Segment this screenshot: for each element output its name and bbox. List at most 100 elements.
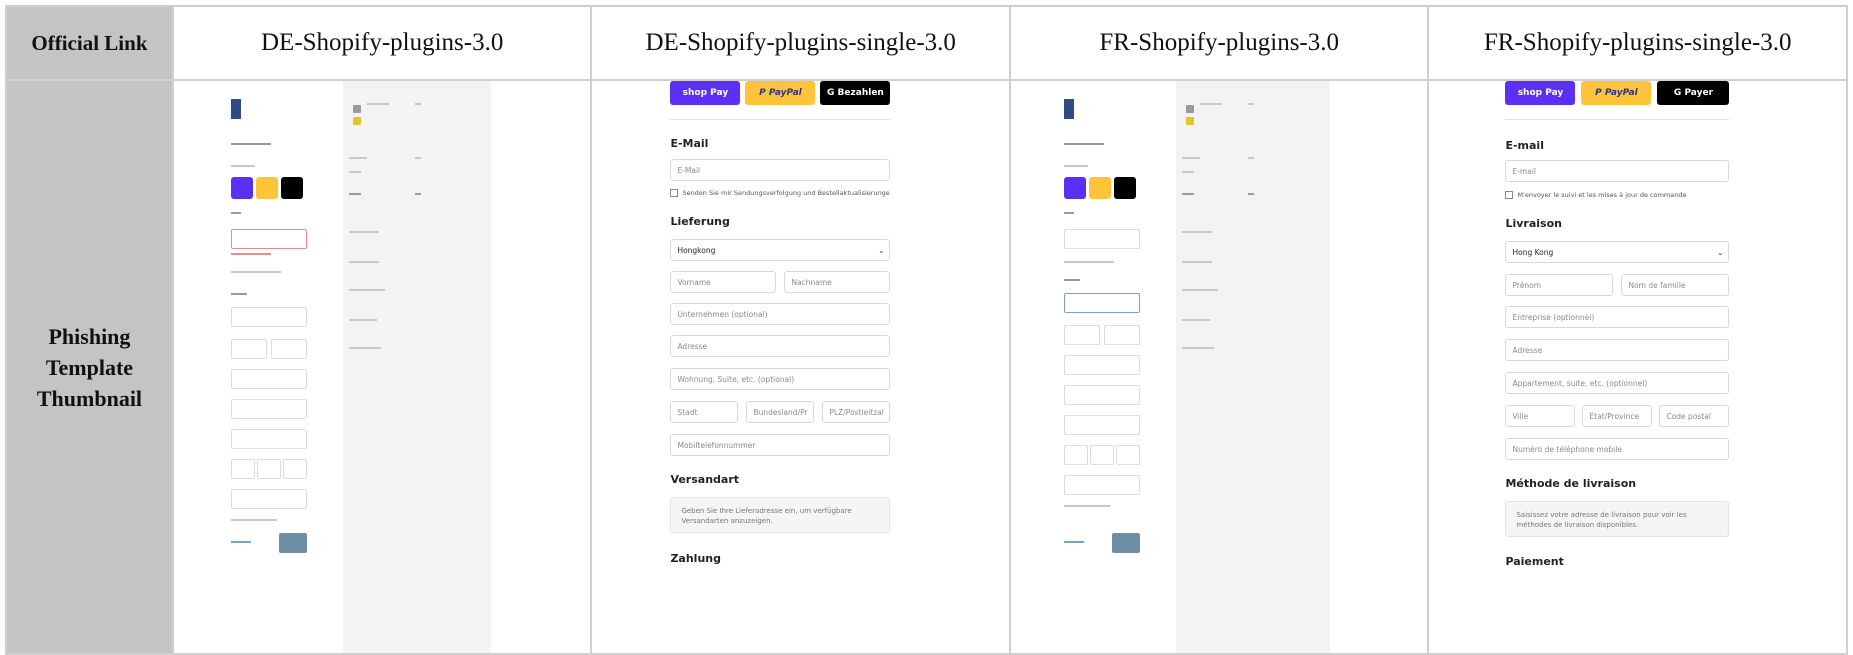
apartment-field <box>230 399 307 419</box>
delivery-heading: Livraison <box>1505 217 1562 230</box>
newsletter-label: M'envoyer le suivi et les mises à jour d… <box>1517 191 1687 199</box>
product-image <box>352 105 361 113</box>
last-name-input[interactable]: Nom de famille <box>1621 274 1730 296</box>
checkbox-icon <box>1505 191 1514 199</box>
product-price <box>1247 103 1254 105</box>
summary-row <box>1181 231 1212 233</box>
summary-row <box>348 261 379 263</box>
company-field <box>230 429 307 449</box>
store-logo <box>230 99 241 119</box>
country-select[interactable]: Hong Kong ⌄ <box>1505 241 1730 263</box>
checkbox-icon <box>670 189 679 197</box>
subtotal-value <box>414 157 421 159</box>
phone-input[interactable]: Mobiltelefonnummer <box>670 434 891 456</box>
state-input[interactable]: Bundesland/Pr <box>746 401 815 423</box>
shop-pay-mini <box>230 177 253 199</box>
paypal-button[interactable]: P PayPal <box>1581 82 1652 105</box>
last-name-field <box>270 339 307 359</box>
google-pay-button[interactable]: G Bezahlen <box>820 82 891 105</box>
apartment-input[interactable]: Appartement, suite, etc. (optionnel) <box>1505 372 1730 394</box>
delivery-heading: Lieferung <box>670 215 730 228</box>
order-summary-column <box>342 82 491 652</box>
phone-input[interactable]: Numéro de téléphone mobile <box>1505 438 1730 460</box>
row-label-line: Thumbnail <box>36 385 143 411</box>
phone-field <box>1063 475 1140 495</box>
email-field <box>1063 229 1140 249</box>
city-input[interactable]: Ville <box>1505 405 1576 427</box>
email-field-error <box>230 229 307 249</box>
column-header-fr-plugins: FR-Shopify-plugins-3.0 <box>1008 5 1430 81</box>
return-link <box>230 541 251 543</box>
email-heading: E-mail <box>1505 139 1544 152</box>
thumbnail-de-plugins <box>171 79 593 655</box>
checkout-form-column <box>222 82 343 652</box>
state-field <box>1089 445 1114 465</box>
thumbnail-de-plugins-single: shop Pay P PayPal G Bezahlen E-Mail E-Ma… <box>590 79 1011 655</box>
shop-pay-mini <box>1063 177 1086 199</box>
breadcrumb <box>1063 143 1104 145</box>
thumbnail-fr-plugins-single: shop Pay P PayPal G Payer E-mail E-mail … <box>1427 79 1848 655</box>
comparison-table-root: Official Link DE-Shopify-plugins-3.0 DE-… <box>0 0 1853 655</box>
newsletter-checkbox[interactable]: M'envoyer le suivi et les mises à jour d… <box>1505 191 1686 199</box>
newsletter-line <box>1063 261 1114 263</box>
summary-row <box>348 289 385 291</box>
email-input[interactable]: E-mail <box>1505 160 1730 182</box>
city-field <box>230 459 255 479</box>
delivery-label <box>230 293 247 295</box>
email-input[interactable]: E-Mail <box>670 159 891 181</box>
last-name-input[interactable]: Nachname <box>784 271 891 293</box>
address-input[interactable]: Adresse <box>670 335 891 357</box>
header-row: Official Link DE-Shopify-plugins-3.0 DE-… <box>5 5 1848 81</box>
google-pay-button[interactable]: G Payer <box>1657 82 1730 105</box>
thumbnail-image <box>222 82 491 652</box>
country-select[interactable]: Hongkong ⌄ <box>670 239 891 261</box>
first-name-field <box>1063 325 1100 345</box>
total-line <box>348 193 361 195</box>
delivery-label <box>1063 279 1080 281</box>
newsletter-checkbox[interactable]: Senden Sie mir Sendungsverfolgung und Be… <box>670 189 890 197</box>
divider <box>1505 119 1730 120</box>
continue-button-mini <box>278 533 307 553</box>
paypal-mini <box>255 177 278 199</box>
newsletter-label: Senden Sie mir Sendungsverfolgung und Be… <box>682 189 891 197</box>
product-image <box>1185 105 1194 113</box>
shop-pay-button[interactable]: shop Pay <box>670 82 741 105</box>
company-input[interactable]: Unternehmen (optional) <box>670 303 891 325</box>
city-input[interactable]: Stadt <box>670 401 739 423</box>
product-name <box>1199 103 1222 105</box>
summary-row <box>1181 347 1214 349</box>
subtotal-line <box>1181 157 1200 159</box>
email-label <box>230 212 241 214</box>
shop-pay-button[interactable]: shop Pay <box>1505 82 1576 105</box>
paypal-button[interactable]: P PayPal <box>745 82 816 105</box>
subtotal-value <box>1247 157 1254 159</box>
product-name <box>366 103 389 105</box>
continue-button-mini <box>1111 533 1140 553</box>
summary-row <box>348 319 377 321</box>
product-price <box>414 103 421 105</box>
column-header-fr-plugins-single: FR-Shopify-plugins-single-3.0 <box>1427 5 1848 81</box>
column-header-de-plugins-single: DE-Shopify-plugins-single-3.0 <box>590 5 1011 81</box>
address-input[interactable]: Adresse <box>1505 339 1730 361</box>
gpay-mini <box>1113 177 1136 199</box>
city-field <box>1063 445 1088 465</box>
order-summary-column <box>1175 82 1330 652</box>
first-name-input[interactable]: Vorname <box>670 271 777 293</box>
product-badge <box>352 117 361 125</box>
zip-input[interactable]: Code postal <box>1659 405 1730 427</box>
company-input[interactable]: Entreprise (optionnel) <box>1505 306 1730 328</box>
state-input[interactable]: État/Province <box>1582 405 1653 427</box>
column-header-de-plugins: DE-Shopify-plugins-3.0 <box>171 5 593 81</box>
country-field <box>230 307 307 327</box>
chevron-down-icon: ⌄ <box>1717 247 1724 257</box>
total-value <box>1247 193 1254 195</box>
summary-row <box>348 347 381 349</box>
summary-row <box>1181 319 1210 321</box>
express-pay-row: shop Pay P PayPal G Payer <box>1505 82 1730 105</box>
row-label-line: Template <box>45 354 134 380</box>
first-name-input[interactable]: Prénom <box>1505 274 1614 296</box>
express-label <box>1063 165 1088 167</box>
zip-input[interactable]: PLZ/Postleitzal <box>822 401 891 423</box>
chevron-down-icon: ⌄ <box>878 245 885 255</box>
apartment-input[interactable]: Wohnung, Suite, etc. (optional) <box>670 368 891 390</box>
